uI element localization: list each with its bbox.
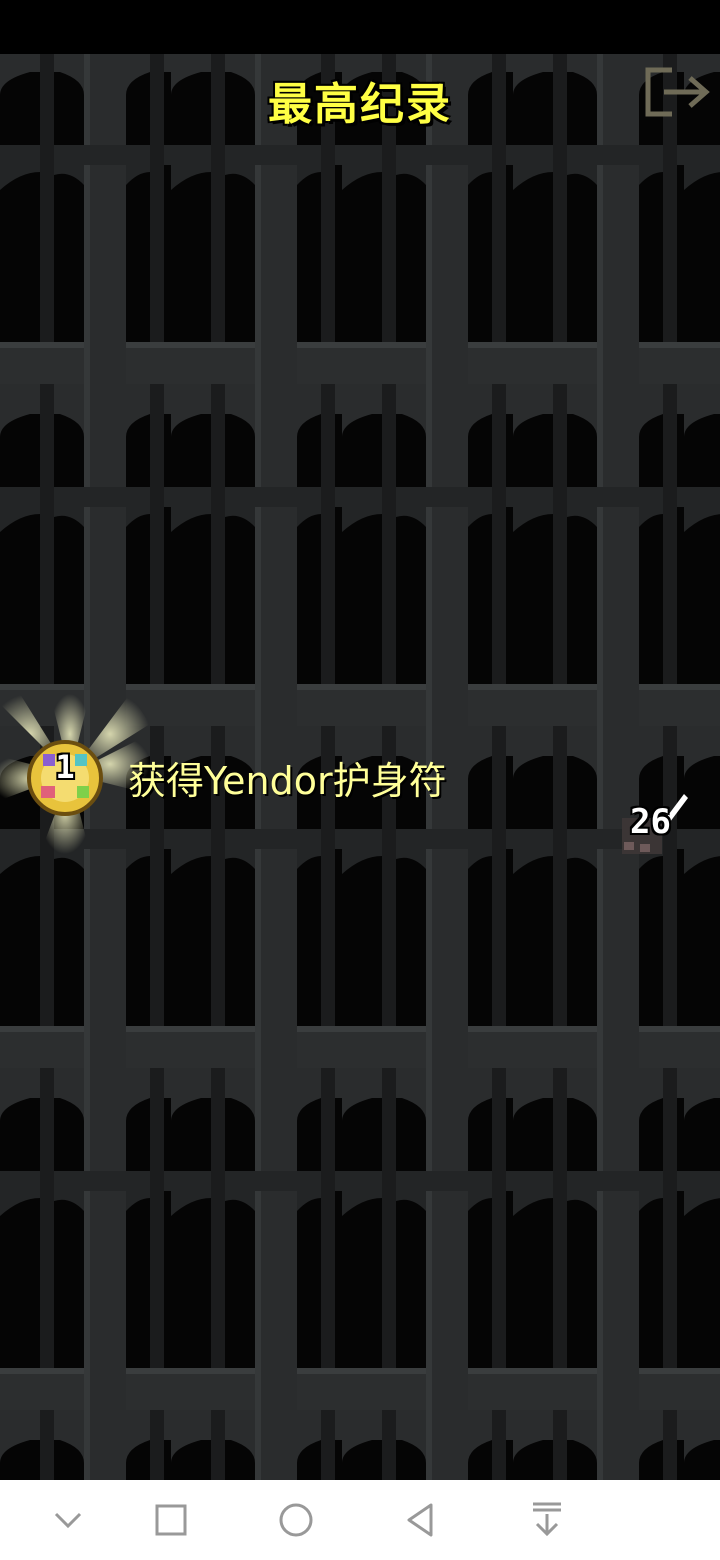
exit-button[interactable] bbox=[642, 66, 716, 122]
chevron-down-icon bbox=[54, 1512, 82, 1529]
record-row[interactable]: 1 获得Yendor护身符 26 bbox=[0, 694, 720, 854]
chevron-down-button[interactable] bbox=[46, 1498, 90, 1542]
back-icon bbox=[407, 1503, 433, 1537]
record-description: 获得Yendor护身符 bbox=[128, 759, 447, 803]
rank-number: 1 bbox=[55, 748, 75, 786]
page-title: 最高纪录 bbox=[268, 79, 452, 130]
exit-icon bbox=[645, 67, 710, 117]
home-button[interactable] bbox=[274, 1498, 318, 1542]
home-icon bbox=[279, 1503, 313, 1537]
depth-number: 26 bbox=[630, 802, 671, 842]
status-bar bbox=[0, 0, 720, 54]
notification-pull-icon bbox=[533, 1502, 561, 1537]
recent-apps-icon bbox=[155, 1504, 187, 1536]
navigation-bar bbox=[0, 1480, 720, 1560]
game-screen: 最高纪录 1 获得Yendor护身符 26 bbox=[0, 54, 720, 1480]
back-button[interactable] bbox=[399, 1498, 443, 1542]
recent-apps-button[interactable] bbox=[149, 1498, 193, 1542]
notification-pull-button[interactable] bbox=[525, 1498, 569, 1542]
